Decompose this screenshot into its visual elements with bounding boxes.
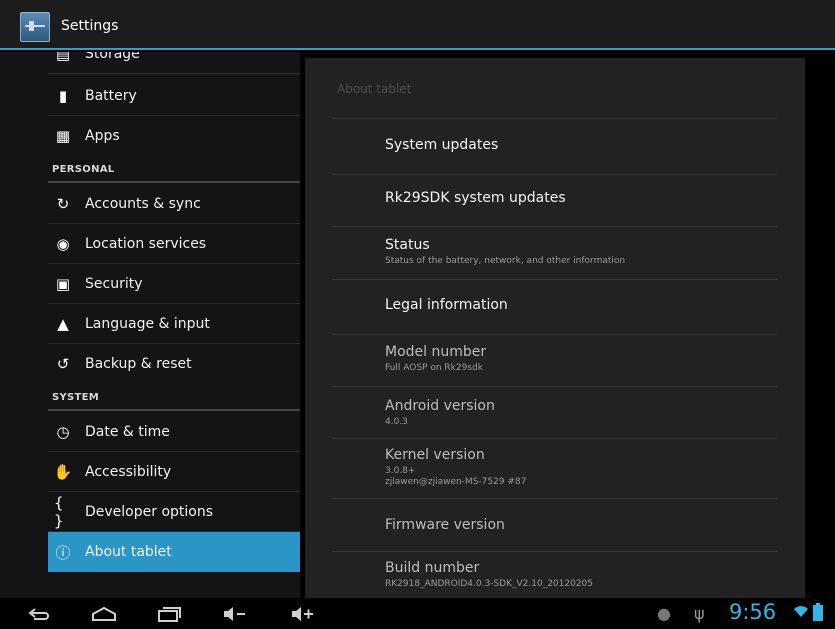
item-title: Legal information <box>385 297 508 313</box>
sidebar-item-apps[interactable]: ▦ Apps <box>48 116 300 156</box>
sidebar-item-label: Battery <box>85 88 137 104</box>
back-icon <box>28 608 49 620</box>
volume-up-icon <box>292 607 313 621</box>
volume-up-button[interactable] <box>290 604 316 624</box>
sidebar-item-label: About tablet <box>85 544 172 560</box>
divider <box>332 438 777 439</box>
divider <box>332 118 777 119</box>
sidebar-item-label: Accounts & sync <box>85 196 201 212</box>
item-summary: zjiawen@zjiawen-MS-7529 #87 <box>385 477 527 487</box>
sidebar-item-battery[interactable]: ▮ Battery <box>48 76 300 116</box>
item-title: Android version <box>385 398 495 414</box>
build-number-item[interactable]: Build number RK2918_ANDROID4.0.3-SDK_V2.… <box>385 560 785 589</box>
rk29sdk-updates-item[interactable]: Rk29SDK system updates <box>385 190 785 206</box>
storage-icon: ▤ <box>55 52 71 63</box>
system-updates-item[interactable]: System updates <box>385 137 785 153</box>
backup-icon: ↺ <box>56 355 70 373</box>
divider <box>332 498 777 499</box>
sidebar-item-accounts[interactable]: ↻ Accounts & sync <box>48 184 300 224</box>
sidebar-item-label: Developer options <box>85 504 214 520</box>
status-item[interactable]: Status Status of the battery, network, a… <box>385 237 785 266</box>
sidebar-item-date-time[interactable]: ◷ Date & time <box>48 412 300 452</box>
settings-sidebar: ▤ Storage ▮ Battery ▦ Apps PERSONAL ↻ Ac… <box>0 52 300 598</box>
sidebar-item-developer[interactable]: { } Developer options <box>48 492 300 532</box>
settings-app-icon[interactable] <box>20 12 50 42</box>
sidebar-item-label: Date & time <box>85 424 170 440</box>
action-bar: Settings <box>0 0 835 50</box>
divider <box>332 334 777 335</box>
divider <box>332 279 777 280</box>
volume-down-icon <box>224 607 245 621</box>
braces-icon: { } <box>54 494 64 530</box>
sidebar-item-accessibility[interactable]: ✋ Accessibility <box>48 452 300 492</box>
lock-icon: ▣ <box>55 275 71 293</box>
item-title: Kernel version <box>385 447 485 463</box>
divider <box>332 551 777 552</box>
android-debug-icon: ● <box>657 604 671 623</box>
sidebar-item-security[interactable]: ▣ Security <box>48 264 300 304</box>
system-bar: ● ψ 9:56 <box>0 598 835 629</box>
sidebar-item-label: Storage <box>85 52 140 62</box>
hand-icon: ✋ <box>53 463 73 481</box>
pane-title: About tablet <box>337 82 412 96</box>
battery-status-icon <box>813 603 823 623</box>
divider <box>48 409 300 411</box>
divider <box>332 226 777 227</box>
battery-icon: ▮ <box>58 87 68 105</box>
kernel-version-item: Kernel version 3.0.8+ zjiawen@zjiawen-MS… <box>385 447 785 487</box>
home-icon <box>92 606 116 621</box>
item-title: Model number <box>385 344 487 360</box>
section-header-system: SYSTEM <box>52 392 100 403</box>
wifi-icon <box>793 603 809 623</box>
info-icon: ⓘ <box>55 543 71 562</box>
home-button[interactable] <box>90 604 118 624</box>
back-button[interactable] <box>26 604 50 624</box>
firmware-version-item: Firmware version <box>385 517 785 533</box>
app-title: Settings <box>61 18 119 34</box>
section-header-personal: PERSONAL <box>52 164 115 175</box>
sidebar-item-label: Accessibility <box>85 464 172 480</box>
item-title: Rk29SDK system updates <box>385 190 566 206</box>
divider <box>48 73 300 74</box>
item-summary: 3.0.8+ <box>385 466 416 476</box>
item-title: System updates <box>385 137 499 153</box>
sidebar-item-label: Location services <box>85 236 207 252</box>
sidebar-item-language[interactable]: ▲ Language & input <box>48 304 300 344</box>
sync-icon: ↻ <box>56 195 70 213</box>
item-summary: RK2918_ANDROID4.0.3-SDK_V2.10_20120205 <box>385 579 593 589</box>
item-summary: Full AOSP on Rk29sdk <box>385 363 483 373</box>
language-icon: ▲ <box>57 315 69 333</box>
sidebar-item-location[interactable]: ◉ Location services <box>48 224 300 264</box>
recent-apps-button[interactable] <box>156 604 182 624</box>
clock: 9:56 <box>729 600 777 624</box>
location-icon: ◉ <box>56 235 70 253</box>
sidebar-item-label: Apps <box>85 128 120 144</box>
apps-icon: ▦ <box>55 127 71 145</box>
recent-apps-icon <box>158 607 181 622</box>
item-title: Firmware version <box>385 517 505 533</box>
sidebar-item-storage[interactable]: ▤ Storage <box>48 52 300 74</box>
android-version-item[interactable]: Android version 4.0.3 <box>385 398 785 427</box>
item-summary: 4.0.3 <box>385 417 408 427</box>
model-number-item: Model number Full AOSP on Rk29sdk <box>385 344 785 373</box>
volume-down-button[interactable] <box>222 604 248 624</box>
item-title: Status <box>385 237 430 253</box>
sidebar-item-backup[interactable]: ↺ Backup & reset <box>48 344 300 384</box>
sidebar-item-label: Security <box>85 276 143 292</box>
sidebar-item-about[interactable]: ⓘ About tablet <box>48 532 300 572</box>
divider <box>332 386 777 387</box>
usb-icon: ψ <box>694 604 705 623</box>
sidebar-item-label: Language & input <box>85 316 210 332</box>
clock-icon: ◷ <box>56 423 70 441</box>
about-tablet-pane: About tablet System updates Rk29SDK syst… <box>305 58 805 598</box>
divider <box>48 181 300 183</box>
sidebar-item-label: Backup & reset <box>85 356 192 372</box>
item-summary: Status of the battery, network, and othe… <box>385 256 626 266</box>
divider <box>332 174 777 175</box>
item-title: Build number <box>385 560 480 576</box>
legal-information-item[interactable]: Legal information <box>385 297 785 313</box>
